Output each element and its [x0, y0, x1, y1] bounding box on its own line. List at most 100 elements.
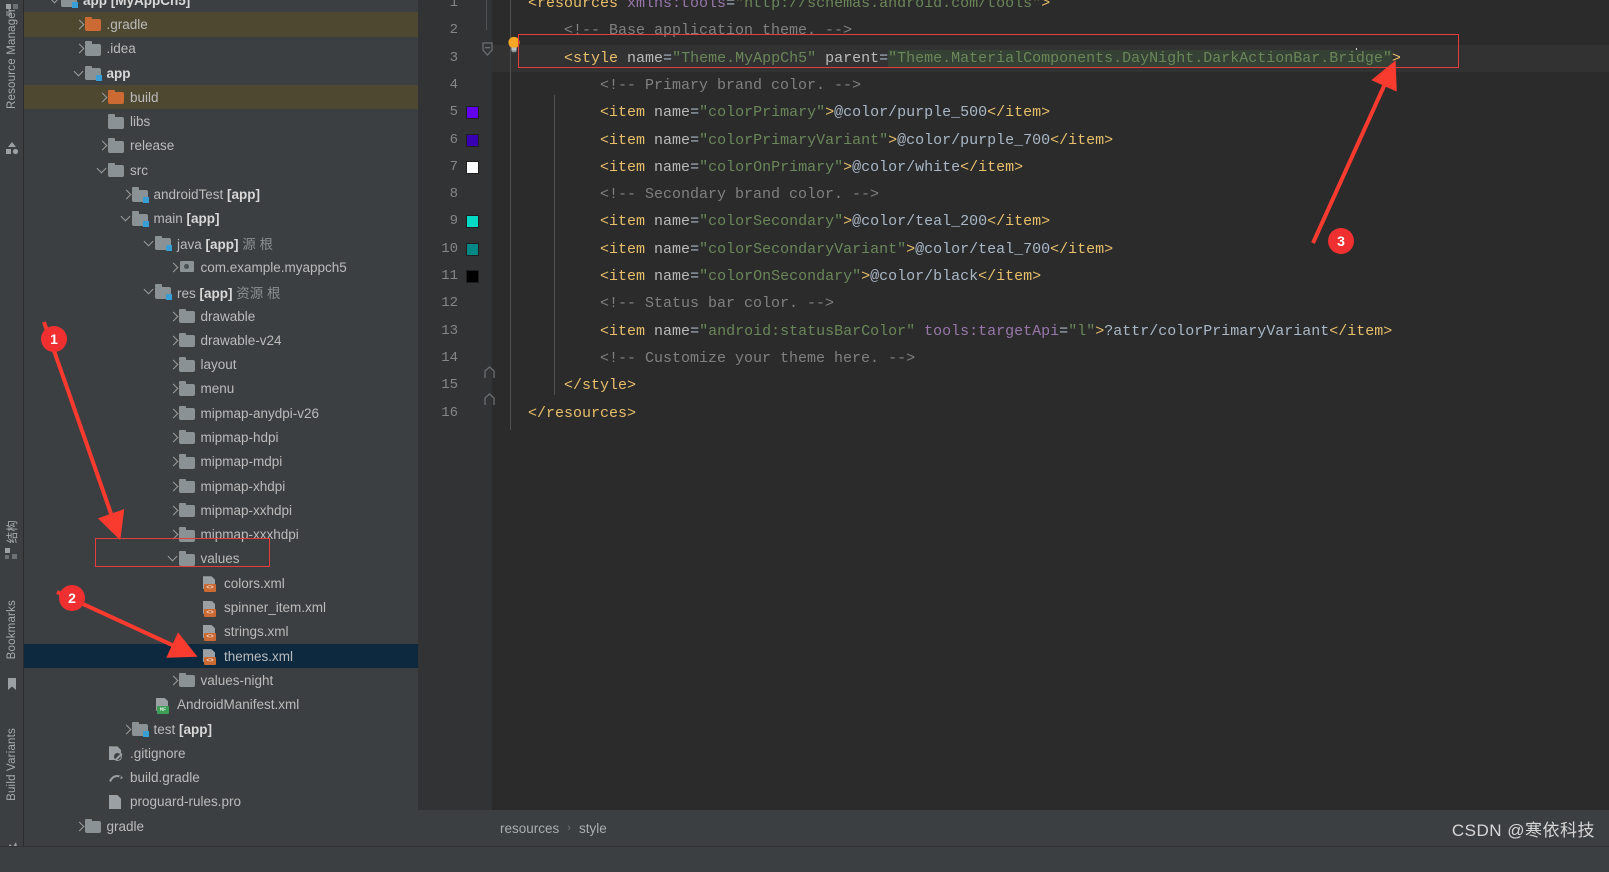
color-swatch-gutter-icon[interactable] — [466, 106, 479, 120]
tree-row-spinner_item.xml[interactable]: <> spinner_item.xml — [24, 595, 418, 619]
tree-row-com.example.myappch5[interactable]: com.example.myappch5 — [24, 255, 418, 279]
tree-row-test[interactable]: test [app] — [24, 717, 418, 741]
tree-row-src[interactable]: src — [24, 158, 418, 182]
color-swatch-gutter-icon[interactable] — [466, 133, 479, 147]
tree-row-build.gradle[interactable]: build.gradle — [24, 766, 418, 790]
tree-row-mipmap-mdpi[interactable]: mipmap-mdpi — [24, 450, 418, 474]
chevron-right-icon[interactable] — [168, 262, 179, 273]
breadcrumb[interactable]: resources › style — [418, 810, 1609, 846]
chevron-right-icon[interactable] — [97, 92, 108, 103]
code-line[interactable]: </style> — [492, 372, 1609, 399]
tool-label-structure[interactable]: 结构 — [4, 520, 20, 543]
chevron-right-icon[interactable] — [168, 456, 179, 467]
chevron-right-icon[interactable] — [74, 43, 85, 54]
bookmark-icon[interactable] — [4, 676, 20, 692]
tree-row-mipmap-hdpi[interactable]: mipmap-hdpi — [24, 425, 418, 449]
code-line[interactable]: <item name="colorSecondaryVariant">@colo… — [492, 236, 1609, 263]
chevron-right-icon[interactable] — [121, 189, 132, 200]
chevron-right-icon[interactable] — [168, 675, 179, 686]
tree-row-.gradle[interactable]: .gradle — [24, 12, 418, 37]
chevron-right-icon[interactable] — [168, 481, 179, 492]
project-tree[interactable]: app [MyAppCh5] .gradle .idea app build libs re… — [24, 0, 418, 838]
tree-row-build[interactable]: build — [24, 85, 418, 110]
project-tool-window[interactable]: app [MyAppCh5] .gradle .idea app build libs re… — [24, 0, 418, 872]
tree-row-release[interactable]: release — [24, 134, 418, 158]
code-line[interactable]: <!-- Status bar color. --> — [492, 290, 1609, 317]
tree-row-mipmap-xxhdpi[interactable]: mipmap-xxhdpi — [24, 498, 418, 522]
code-line[interactable]: <item name="colorOnPrimary">@color/white… — [492, 154, 1609, 181]
code-line[interactable]: <item name="colorSecondary">@color/teal_… — [492, 208, 1609, 235]
tree-row-layout[interactable]: layout — [24, 352, 418, 376]
code-line[interactable]: <!-- Secondary brand color. --> — [492, 181, 1609, 208]
tool-label-resource-manager[interactable]: Resource Manager — [6, 8, 18, 109]
color-swatch-gutter-icon[interactable] — [466, 160, 479, 174]
tree-row-values-night[interactable]: values-night — [24, 668, 418, 692]
tool-label-build-variants[interactable]: Build Variants — [6, 728, 18, 801]
chevron-right-icon[interactable] — [168, 408, 179, 419]
chevron-right-icon[interactable] — [97, 140, 108, 151]
tree-row-gradle[interactable]: gradle — [24, 814, 418, 838]
code-line[interactable]: </resources> — [492, 400, 1609, 427]
chevron-down-icon[interactable] — [144, 238, 155, 249]
intention-lightbulb-icon[interactable] — [506, 36, 522, 53]
chevron-right-icon[interactable] — [168, 432, 179, 443]
color-swatch-gutter-icon[interactable] — [466, 242, 479, 256]
code-line[interactable]: <item name="android:statusBarColor" tool… — [492, 318, 1609, 345]
tree-row-mipmap-anydpi-v26[interactable]: mipmap-anydpi-v26 — [24, 401, 418, 425]
tree-row-drawable[interactable]: drawable — [24, 304, 418, 328]
chevron-down-icon[interactable] — [50, 0, 61, 6]
chevron-down-icon[interactable] — [121, 213, 132, 224]
chevron-down-icon[interactable] — [144, 286, 155, 297]
code-fold-marker[interactable] — [484, 366, 495, 384]
code-fold-marker[interactable] — [484, 393, 495, 411]
code-line[interactable]: <item name="colorOnSecondary">@color/bla… — [492, 263, 1609, 290]
code-line[interactable]: <style name="Theme.MyAppCh5" parent="The… — [492, 44, 1609, 72]
resource-manager-icon[interactable] — [4, 140, 20, 156]
chevron-right-icon[interactable] — [168, 359, 179, 370]
tree-row-strings.xml[interactable]: <> strings.xml — [24, 620, 418, 644]
tree-row-menu[interactable]: menu — [24, 377, 418, 401]
chevron-right-icon[interactable] — [168, 311, 179, 322]
code-line[interactable]: <!-- Customize your theme here. --> — [492, 345, 1609, 372]
tree-row-mipmap-xhdpi[interactable]: mipmap-xhdpi — [24, 474, 418, 498]
code-editor[interactable]: <resources xmlns:tools="http://schemas.a… — [418, 0, 1609, 810]
tree-row-appmyappch5[interactable]: app [MyAppCh5] — [24, 0, 418, 12]
chevron-right-icon[interactable] — [74, 19, 85, 30]
tree-row-values[interactable]: values — [24, 547, 418, 571]
chevron-down-icon[interactable] — [168, 553, 179, 564]
code-fold-marker[interactable] — [481, 42, 494, 62]
chevron-right-icon[interactable] — [121, 724, 132, 735]
editor-text-area[interactable]: <resources xmlns:tools="http://schemas.a… — [492, 0, 1609, 810]
tree-row-themes.xml[interactable]: <> themes.xml — [24, 644, 418, 669]
color-swatch-gutter-icon[interactable] — [466, 215, 479, 229]
code-line[interactable]: <!-- Base application theme. --> — [492, 17, 1609, 44]
chevron-right-icon[interactable] — [168, 335, 179, 346]
code-line[interactable]: <!-- Primary brand color. --> — [492, 72, 1609, 99]
code-line[interactable]: <item name="colorPrimary">@color/purple_… — [492, 99, 1609, 126]
structure-icon[interactable] — [4, 546, 20, 562]
chevron-down-icon[interactable] — [74, 68, 85, 79]
color-swatch-gutter-icon[interactable] — [466, 270, 479, 283]
tree-row-java[interactable]: java [app] 源 根 — [24, 231, 418, 255]
chevron-right-icon[interactable] — [74, 821, 85, 832]
tree-row-main[interactable]: main [app] — [24, 207, 418, 231]
tree-row-res[interactable]: res [app] 资源 根 — [24, 280, 418, 304]
tree-row-libs[interactable]: libs — [24, 109, 418, 133]
tree-row-colors.xml[interactable]: <> colors.xml — [24, 571, 418, 595]
breadcrumb-item-style[interactable]: style — [579, 821, 607, 836]
tree-row-app[interactable]: app — [24, 61, 418, 85]
tree-row-.idea[interactable]: .idea — [24, 37, 418, 61]
tree-row-.gitignore[interactable]: .gitignore — [24, 741, 418, 765]
tree-row-androidmanifest.xml[interactable]: MF AndroidManifest.xml — [24, 693, 418, 717]
tree-row-mipmap-xxxhdpi[interactable]: mipmap-xxxhdpi — [24, 523, 418, 547]
tree-row-androidtest[interactable]: androidTest [app] — [24, 182, 418, 206]
tree-row-proguard-rules.pro[interactable]: proguard-rules.pro — [24, 790, 418, 814]
chevron-right-icon[interactable] — [168, 505, 179, 516]
code-line[interactable]: <resources xmlns:tools="http://schemas.a… — [492, 0, 1609, 17]
chevron-down-icon[interactable] — [97, 165, 108, 176]
tool-label-bookmarks[interactable]: Bookmarks — [6, 600, 18, 659]
breadcrumb-item-resources[interactable]: resources — [500, 821, 559, 836]
chevron-right-icon[interactable] — [168, 529, 179, 540]
chevron-right-icon[interactable] — [168, 383, 179, 394]
tree-row-drawable-v24[interactable]: drawable-v24 — [24, 328, 418, 352]
